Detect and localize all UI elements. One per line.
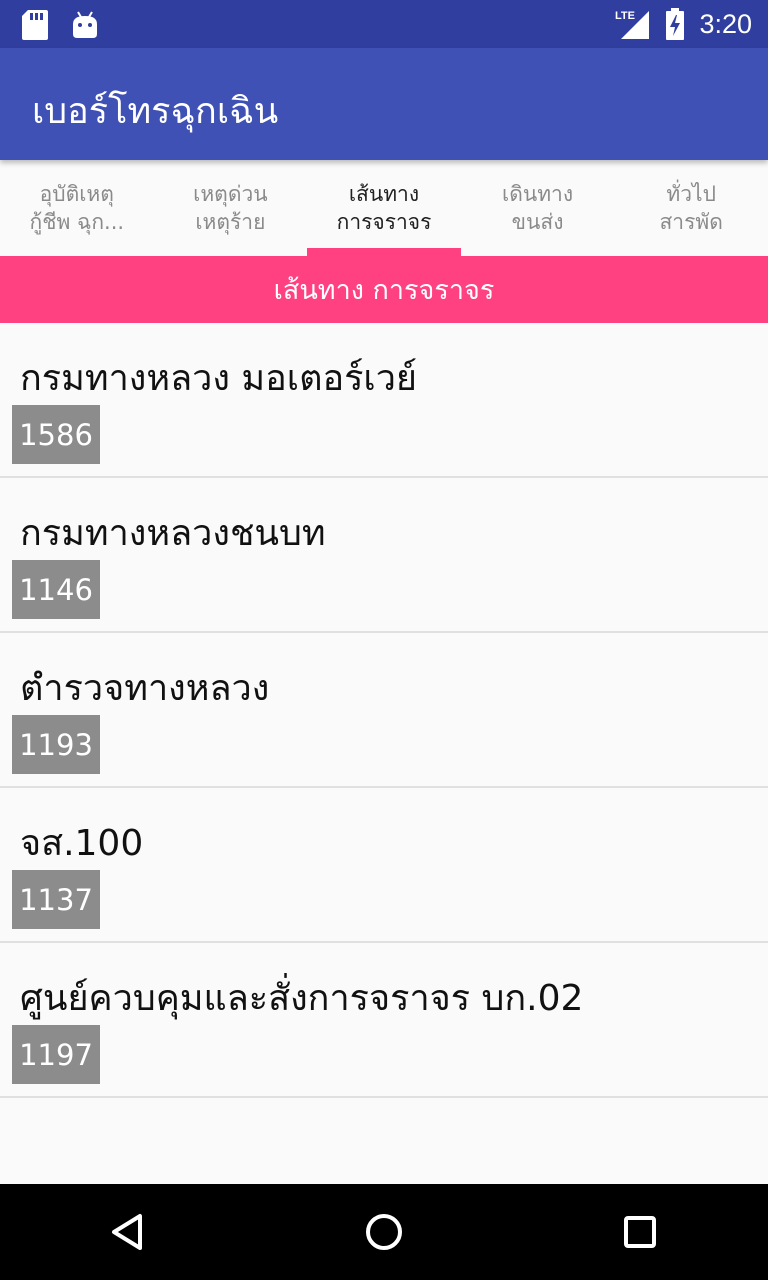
list-item[interactable]: จส.100 1137 <box>0 788 768 943</box>
recents-button[interactable] <box>592 1184 688 1280</box>
tab-label-line1: เส้นทาง <box>348 182 420 206</box>
list-item[interactable]: ศูนย์ควบคุมและสั่งการจราจร บก.02 1197 <box>0 943 768 1098</box>
back-triangle-icon <box>112 1214 142 1250</box>
notification-icons <box>22 10 98 40</box>
item-name: กรมทางหลวงชนบท <box>20 513 326 554</box>
tab-label-line1: เดินทาง <box>502 182 574 206</box>
status-bar: LTE 3:20 <box>0 0 768 48</box>
home-button[interactable] <box>336 1184 432 1280</box>
navigation-bar <box>0 1184 768 1280</box>
list-item[interactable]: กรมทางหลวง มอเตอร์เวย์ 1586 <box>0 323 768 478</box>
phone-number-badge[interactable]: 1197 <box>12 1025 100 1084</box>
recents-square-icon <box>624 1216 656 1248</box>
item-name: จส.100 <box>20 823 144 864</box>
phone-number-badge[interactable]: 1146 <box>12 560 100 619</box>
section-header: เส้นทาง การจราจร <box>0 256 768 323</box>
tab-general-misc[interactable]: ทั่วไป สารพัด <box>614 160 768 256</box>
clock: 3:20 <box>699 8 752 39</box>
tab-travel-transport[interactable]: เดินทาง ขนส่ง <box>461 160 615 256</box>
item-name: ศูนย์ควบคุมและสั่งการจราจร บก.02 <box>20 978 584 1019</box>
signal-icon: LTE <box>615 10 650 39</box>
home-circle-icon <box>366 1214 402 1250</box>
phone-number-badge[interactable]: 1137 <box>12 870 100 929</box>
system-icons: LTE 3:20 <box>615 8 752 40</box>
tab-label-line1: เหตุด่วน <box>193 182 268 206</box>
tab-label-line2: กู้ชีพ ฉุก... <box>29 210 125 234</box>
tab-label-line2: เหตุร้าย <box>195 210 266 234</box>
tab-label-line2: สารพัด <box>659 210 723 234</box>
tab-label-line1: ทั่วไป <box>666 182 716 206</box>
list-item[interactable]: กรมทางหลวงชนบท 1146 <box>0 478 768 633</box>
svg-text:LTE: LTE <box>615 10 635 22</box>
tab-urgent-crime[interactable]: เหตุด่วน เหตุร้าย <box>154 160 308 256</box>
app-bar: เบอร์โทรฉุกเฉิน <box>0 48 768 160</box>
app-title: เบอร์โทรฉุกเฉิน <box>32 91 279 132</box>
tab-label-line2: การจราจร <box>336 210 432 234</box>
phone-number-badge[interactable]: 1586 <box>12 405 100 464</box>
phone-number-badge[interactable]: 1193 <box>12 715 100 774</box>
android-icon <box>73 11 97 38</box>
tab-bar: อุบัติเหตุ กู้ชีพ ฉุก... เหตุด่วน เหตุร้… <box>0 160 768 256</box>
item-name: กรมทางหลวง มอเตอร์เวย์ <box>20 358 418 399</box>
tab-label-line1: อุบัติเหตุ <box>39 182 114 206</box>
back-button[interactable] <box>80 1184 176 1280</box>
item-name: ตำรวจทางหลวง <box>20 668 270 709</box>
list-item[interactable]: ตำรวจทางหลวง 1193 <box>0 633 768 788</box>
tab-accident-rescue[interactable]: อุบัติเหตุ กู้ชีพ ฉุก... <box>0 160 154 256</box>
sd-card-icon <box>22 10 48 40</box>
tab-label-line2: ขนส่ง <box>511 210 564 234</box>
battery-charging-icon <box>666 8 685 40</box>
phone-list: กรมทางหลวง มอเตอร์เวย์ 1586 กรมทางหลวงชน… <box>0 323 768 1098</box>
tab-traffic-routes[interactable]: เส้นทาง การจราจร <box>307 160 461 256</box>
